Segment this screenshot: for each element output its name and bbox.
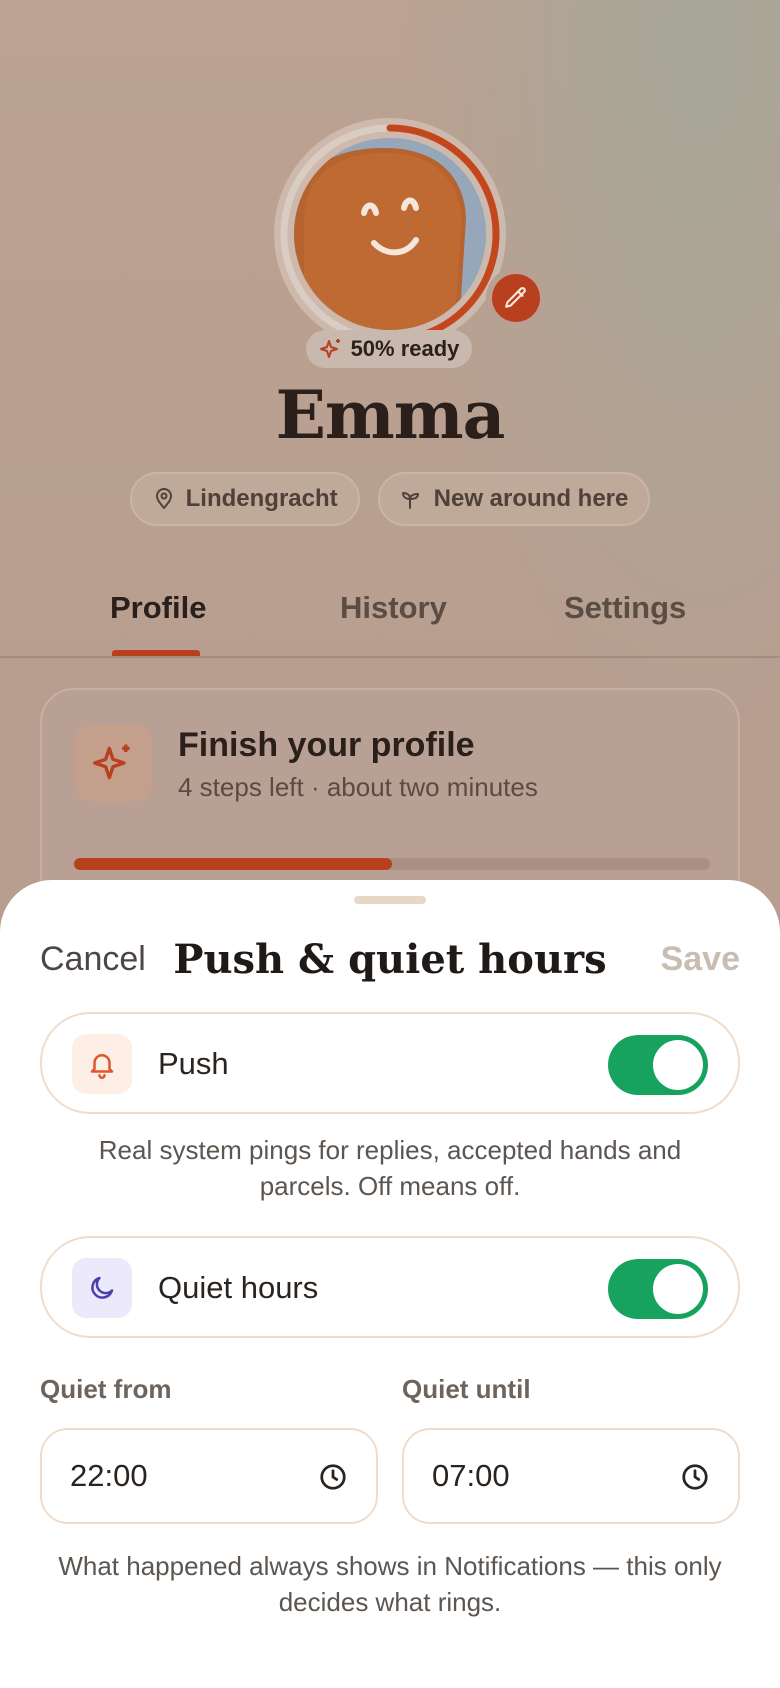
profile-tabs: Profile History Settings [0,576,780,658]
active-tab-indicator [112,650,200,656]
finish-profile-progress [74,858,710,870]
quiet-until-value: 07:00 [432,1458,510,1493]
finish-profile-subtitle: 4 steps left · about two minutes [178,772,538,802]
edit-avatar-button[interactable] [486,268,546,328]
push-row[interactable]: Push [40,1012,740,1114]
quiet-from-input[interactable]: 22:00 [40,1428,378,1524]
quiet-hours-toggle-knob [653,1264,703,1314]
tab-history[interactable]: History [340,590,447,626]
quiet-from-value: 22:00 [70,1458,148,1493]
profile-ready-badge: 50% ready [306,330,472,368]
save-button[interactable]: Save [661,940,740,979]
quiet-hours-toggle[interactable] [608,1259,708,1319]
sprout-icon [401,492,419,509]
chip-newcomer[interactable]: New around here [377,472,651,526]
tab-settings[interactable]: Settings [564,590,686,626]
quiet-hours-label: Quiet hours [158,1270,319,1305]
clock-icon [682,1464,708,1490]
finish-profile-progress-fill [74,858,392,870]
avatar [294,138,486,330]
chip-location[interactable]: Lindengracht [129,472,360,526]
chip-location-label: Lindengracht [185,485,338,512]
tab-profile[interactable]: Profile [110,590,206,626]
chip-newcomer-label: New around here [433,485,629,512]
quiet-hours-row[interactable]: Quiet hours [40,1236,740,1338]
moon-icon-tile [72,1258,132,1318]
finish-profile-title: Finish your profile [178,726,475,764]
bell-icon-tile [72,1034,132,1094]
push-toggle[interactable] [608,1035,708,1095]
quiet-until-input[interactable]: 07:00 [402,1428,740,1524]
finish-profile-icon-tile [74,724,152,802]
profile-chips: Lindengracht New around here [0,472,780,526]
map-pin-icon [155,488,172,509]
sparkle-icon [93,744,130,780]
push-quiet-hours-sheet: Cancel Push & quiet hours Save Push Real… [0,880,780,1688]
moon-icon [91,1276,114,1299]
push-toggle-knob [653,1040,703,1090]
footer-note: What happened always shows in Notificati… [58,1551,722,1617]
quiet-until-label: Quiet until [402,1374,531,1404]
push-note: Real system pings for replies, accepted … [98,1135,682,1201]
cancel-button[interactable]: Cancel [40,940,146,979]
quiet-from-label: Quiet from [40,1374,172,1404]
push-label: Push [158,1046,229,1081]
clock-icon [320,1464,346,1490]
pencil-icon [505,287,526,308]
bell-icon [90,1054,114,1079]
profile-avatar[interactable] [274,118,506,350]
sheet-drag-handle[interactable] [354,896,426,904]
profile-name: Emma [275,376,506,454]
ready-label: 50% ready [350,336,460,361]
sparkle-icon [319,339,340,358]
